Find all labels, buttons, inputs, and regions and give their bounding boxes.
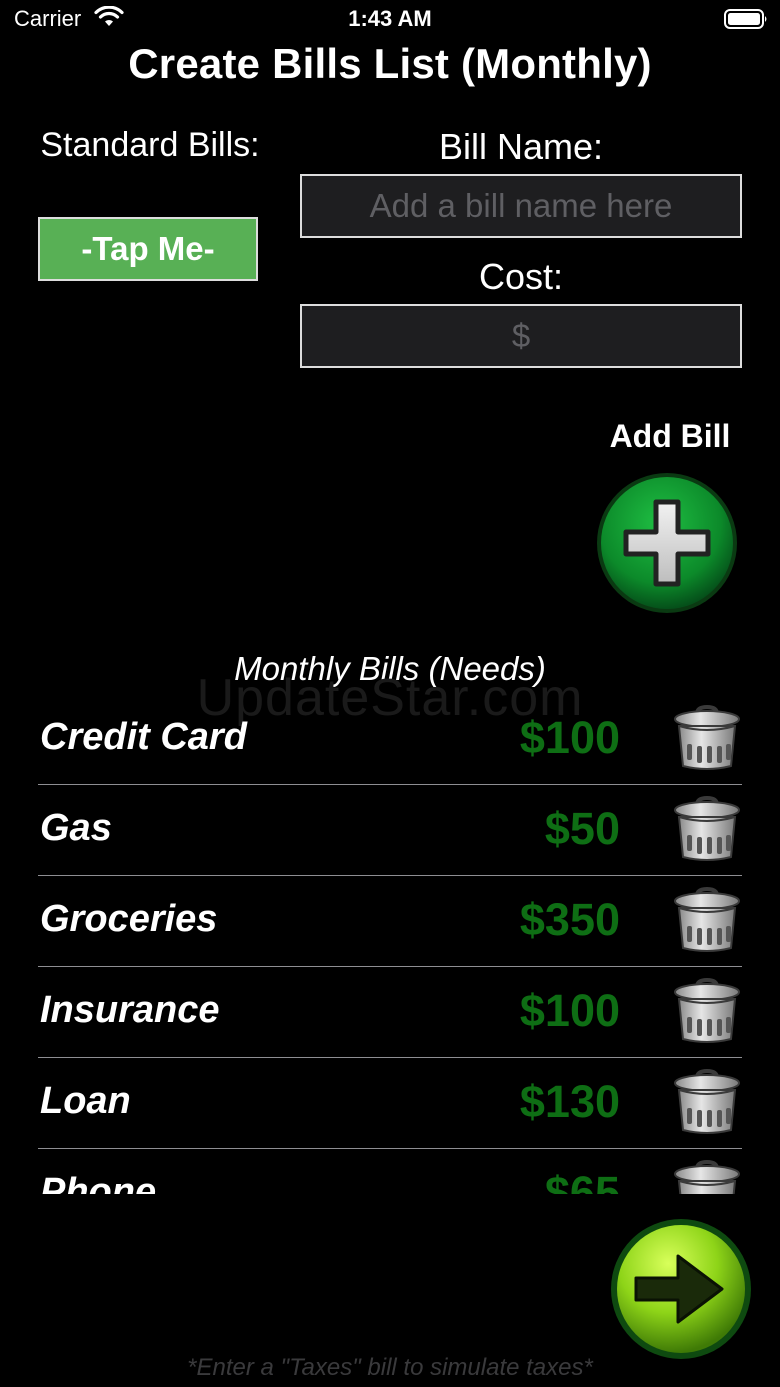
add-bill-label: Add Bill	[609, 418, 731, 454]
bill-row[interactable]: Credit Card $100	[38, 694, 742, 785]
footer-note: *Enter a "Taxes" bill to simulate taxes*	[187, 1354, 593, 1381]
trash-icon[interactable]	[672, 1068, 742, 1136]
bill-cost: $130	[519, 1076, 620, 1127]
trash-icon[interactable]	[672, 977, 742, 1045]
next-button[interactable]	[610, 1218, 752, 1360]
standard-bills-label: Standard Bills:	[40, 126, 260, 164]
cost-label: Cost:	[478, 256, 564, 297]
clock: 1:43 AM	[348, 6, 432, 31]
standard-bills-button-label: -Tap Me-	[81, 230, 215, 267]
add-bill-button[interactable]	[594, 470, 740, 616]
bill-row[interactable]: Phone $65	[38, 1149, 742, 1194]
cost-input[interactable]: $	[300, 304, 742, 368]
bill-name: Insurance	[40, 989, 220, 1031]
bill-cost: $65	[544, 1167, 620, 1194]
bill-name: Credit Card	[40, 716, 247, 758]
bill-cost: $100	[519, 712, 620, 763]
trash-icon[interactable]	[672, 795, 742, 863]
bill-row[interactable]: Groceries $350	[38, 876, 742, 967]
bill-name: Loan	[40, 1080, 131, 1122]
bill-cost: $350	[519, 894, 620, 945]
battery-icon	[724, 9, 767, 29]
bill-row[interactable]: Loan $130	[38, 1058, 742, 1149]
bill-name-placeholder: Add a bill name here	[369, 187, 673, 224]
trash-icon[interactable]	[672, 704, 742, 772]
bill-cost: $100	[519, 985, 620, 1036]
status-bar: Carrier 1:43 AM	[0, 0, 780, 40]
trash-icon[interactable]	[672, 1159, 742, 1194]
bill-list[interactable]: Credit Card $100 Gas $50 Groceries $350 …	[38, 694, 742, 1194]
page-title: Create Bills List (Monthly)	[128, 40, 652, 87]
bill-cost: $50	[544, 803, 620, 854]
bill-row[interactable]: Insurance $100	[38, 967, 742, 1058]
bill-name: Gas	[40, 807, 112, 849]
bill-name: Groceries	[40, 898, 218, 940]
trash-icon[interactable]	[672, 886, 742, 954]
bill-name: Phone	[40, 1171, 157, 1194]
bill-row[interactable]: Gas $50	[38, 785, 742, 876]
standard-bills-button[interactable]: -Tap Me-	[38, 217, 258, 281]
cost-placeholder: $	[511, 317, 531, 354]
bill-name-label: Bill Name:	[438, 126, 604, 167]
bill-name-input[interactable]: Add a bill name here	[300, 174, 742, 238]
